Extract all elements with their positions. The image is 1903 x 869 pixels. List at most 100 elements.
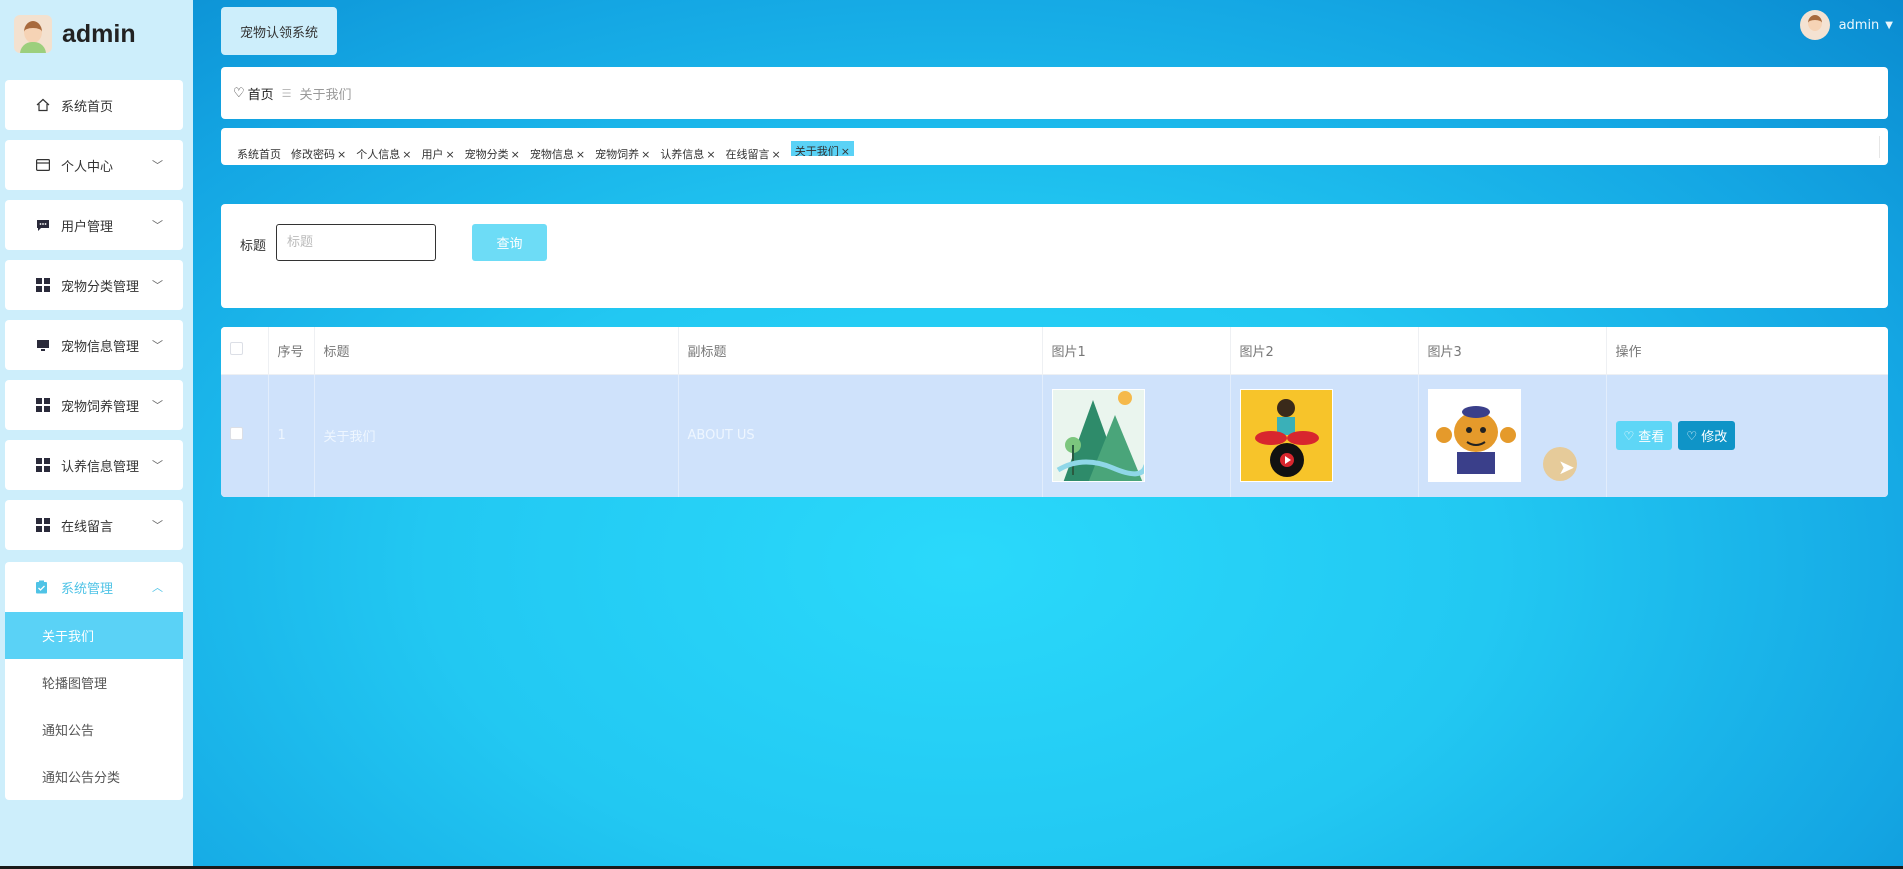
monitor-icon <box>35 337 51 353</box>
row-select-cell[interactable] <box>221 374 269 497</box>
tab-7[interactable]: 认养信息 × <box>660 141 715 165</box>
row-image-3-cell <box>1418 374 1607 497</box>
tab-label: 个人信息 <box>356 148 401 161</box>
tab-label: 系统首页 <box>237 148 281 161</box>
chevron-down-icon: ﹀ <box>152 339 163 352</box>
close-icon[interactable]: × <box>337 148 346 161</box>
image-1-thumbnail[interactable] <box>1051 389 1145 483</box>
sidebar-item-label: 系统管理 <box>61 581 114 597</box>
tab-1[interactable]: 修改密码 × <box>291 141 346 165</box>
edit-button[interactable]: ♡ 修改 <box>1678 421 1736 451</box>
row-checkbox[interactable] <box>230 427 243 441</box>
sidebar-item-label: 宠物饲养管理 <box>61 399 140 415</box>
heart-icon: ♡ <box>1686 428 1698 443</box>
main-content: 宠物认领系统 admin ▼ ♡ 首页 ☰ 关于我们 系统首页 修改密码 × 个人信息… <box>193 0 1903 866</box>
close-icon[interactable]: × <box>841 145 850 156</box>
grid-icon <box>35 397 51 413</box>
caret-down-icon: ▼ <box>1885 19 1893 31</box>
chevron-down-icon: ﹀ <box>152 459 163 472</box>
row-index: 1 <box>268 374 315 497</box>
breadcrumb-separator-icon: ☰ <box>281 86 292 100</box>
sidebar-item-messages[interactable]: 在线留言 ﹀ <box>5 500 183 550</box>
search-input[interactable] <box>276 224 436 261</box>
column-header: 副标题 <box>678 327 1043 375</box>
grid-icon <box>35 277 51 293</box>
close-icon[interactable]: × <box>445 148 454 161</box>
tab-6[interactable]: 宠物饲养 × <box>595 141 650 165</box>
tab-label: 宠物饲养 <box>595 148 640 161</box>
mouse-cursor-icon: ➤ <box>1558 455 1575 479</box>
sidebar-item-home[interactable]: 系统首页 <box>5 80 183 130</box>
sidebar-item-label: 系统首页 <box>61 99 114 115</box>
tags-bar-divider <box>1879 136 1880 158</box>
sidebar-sub-notice[interactable]: 通知公告 <box>5 706 183 753</box>
tab-9[interactable]: 关于我们 × <box>790 141 854 156</box>
user-menu[interactable]: admin ▼ <box>1799 10 1893 40</box>
sidebar-item-adoption[interactable]: 认养信息管理 ﹀ <box>5 440 183 490</box>
brand-name: admin <box>62 19 136 48</box>
breadcrumb-home-label: 首页 <box>247 87 274 103</box>
sidebar-item-pet-info[interactable]: 宠物信息管理 ﹀ <box>5 320 183 370</box>
tab-4[interactable]: 宠物分类 × <box>465 141 520 165</box>
sidebar-item-label: 宠物信息管理 <box>61 339 140 355</box>
home-icon <box>35 97 51 113</box>
sidebar: admin 系统首页 个人中心 ﹀ 用户管理 ﹀ 宠物分类管理 ﹀ 宠物信息管理… <box>0 0 193 866</box>
chevron-up-icon: ︿ <box>152 581 163 594</box>
sidebar-item-label: 认养信息管理 <box>61 459 140 475</box>
user-name: admin <box>1838 17 1880 33</box>
sidebar-sub-carousel[interactable]: 轮播图管理 <box>5 659 183 706</box>
close-icon[interactable]: × <box>511 148 520 161</box>
tab-2[interactable]: 个人信息 × <box>356 141 411 165</box>
tags-list: 系统首页 修改密码 × 个人信息 × 用户 × 宠物分类 × 宠物信息 × 宠物饲养 × 认养信息 × 在线留… <box>237 141 864 165</box>
close-icon[interactable]: × <box>772 148 781 161</box>
search-button[interactable]: 查询 <box>472 224 547 261</box>
clipboard-icon <box>35 580 51 594</box>
grid-icon <box>35 457 51 473</box>
close-icon[interactable]: × <box>576 148 585 161</box>
sidebar-sub-notice-category[interactable]: 通知公告分类 <box>5 753 183 800</box>
sidebar-item-label: 个人中心 <box>61 159 114 175</box>
view-button[interactable]: ♡ 查看 <box>1615 421 1673 451</box>
sidebar-item-label: 宠物分类管理 <box>61 279 140 295</box>
select-all-checkbox[interactable] <box>230 341 243 355</box>
sidebar-item-profile[interactable]: 个人中心 ﹀ <box>5 140 183 190</box>
close-icon[interactable]: × <box>641 148 650 161</box>
tab-label: 在线留言 <box>725 148 770 161</box>
heart-icon: ♡ <box>233 85 245 101</box>
sidebar-sub-about[interactable]: 关于我们 <box>5 612 183 659</box>
chevron-down-icon: ﹀ <box>152 219 163 232</box>
table-header-row: 序号 标题 副标题 图片1 图片2 图片3 操作 <box>221 327 1888 375</box>
user-avatar <box>1799 10 1830 40</box>
image-2-thumbnail[interactable] <box>1239 389 1333 483</box>
tab-0[interactable]: 系统首页 <box>237 141 281 165</box>
image-3-thumbnail[interactable] <box>1427 389 1521 483</box>
tab-5[interactable]: 宠物信息 × <box>530 141 585 165</box>
close-icon[interactable]: × <box>706 148 715 161</box>
breadcrumb-current: 关于我们 <box>299 87 352 103</box>
chevron-down-icon: ﹀ <box>152 399 163 412</box>
edit-button-label: 修改 <box>1701 430 1728 446</box>
sidebar-item-pet-feeding[interactable]: 宠物饲养管理 ﹀ <box>5 380 183 430</box>
column-header: 标题 <box>314 327 679 375</box>
sidebar-item-pet-category[interactable]: 宠物分类管理 ﹀ <box>5 260 183 310</box>
row-actions-cell: ♡ 查看 ♡ 修改 <box>1606 374 1888 497</box>
heart-icon: ♡ <box>1623 428 1635 443</box>
tab-3[interactable]: 用户 × <box>421 141 454 165</box>
sidebar-item-label: 在线留言 <box>61 519 114 535</box>
admin-avatar <box>14 15 52 53</box>
sidebar-item-users[interactable]: 用户管理 ﹀ <box>5 200 183 250</box>
sidebar-item-system[interactable]: 系统管理 ︿ <box>5 562 183 612</box>
search-panel: 标题 查询 <box>221 204 1888 308</box>
chevron-down-icon: ﹀ <box>152 159 163 172</box>
breadcrumb: ♡ 首页 ☰ 关于我们 <box>221 67 1888 119</box>
row-image-2-cell <box>1230 374 1419 497</box>
column-header: 图片2 <box>1230 327 1419 375</box>
tab-label: 关于我们 <box>794 145 839 156</box>
data-table: 序号 标题 副标题 图片1 图片2 图片3 操作 1 关于我们 ABOUT US <box>221 327 1888 497</box>
chevron-down-icon: ﹀ <box>152 519 163 532</box>
select-all-header[interactable] <box>221 327 269 375</box>
tab-8[interactable]: 在线留言 × <box>726 141 781 165</box>
close-icon[interactable]: × <box>402 148 411 161</box>
breadcrumb-home[interactable]: ♡ 首页 <box>233 84 274 103</box>
column-header: 操作 <box>1606 327 1888 375</box>
